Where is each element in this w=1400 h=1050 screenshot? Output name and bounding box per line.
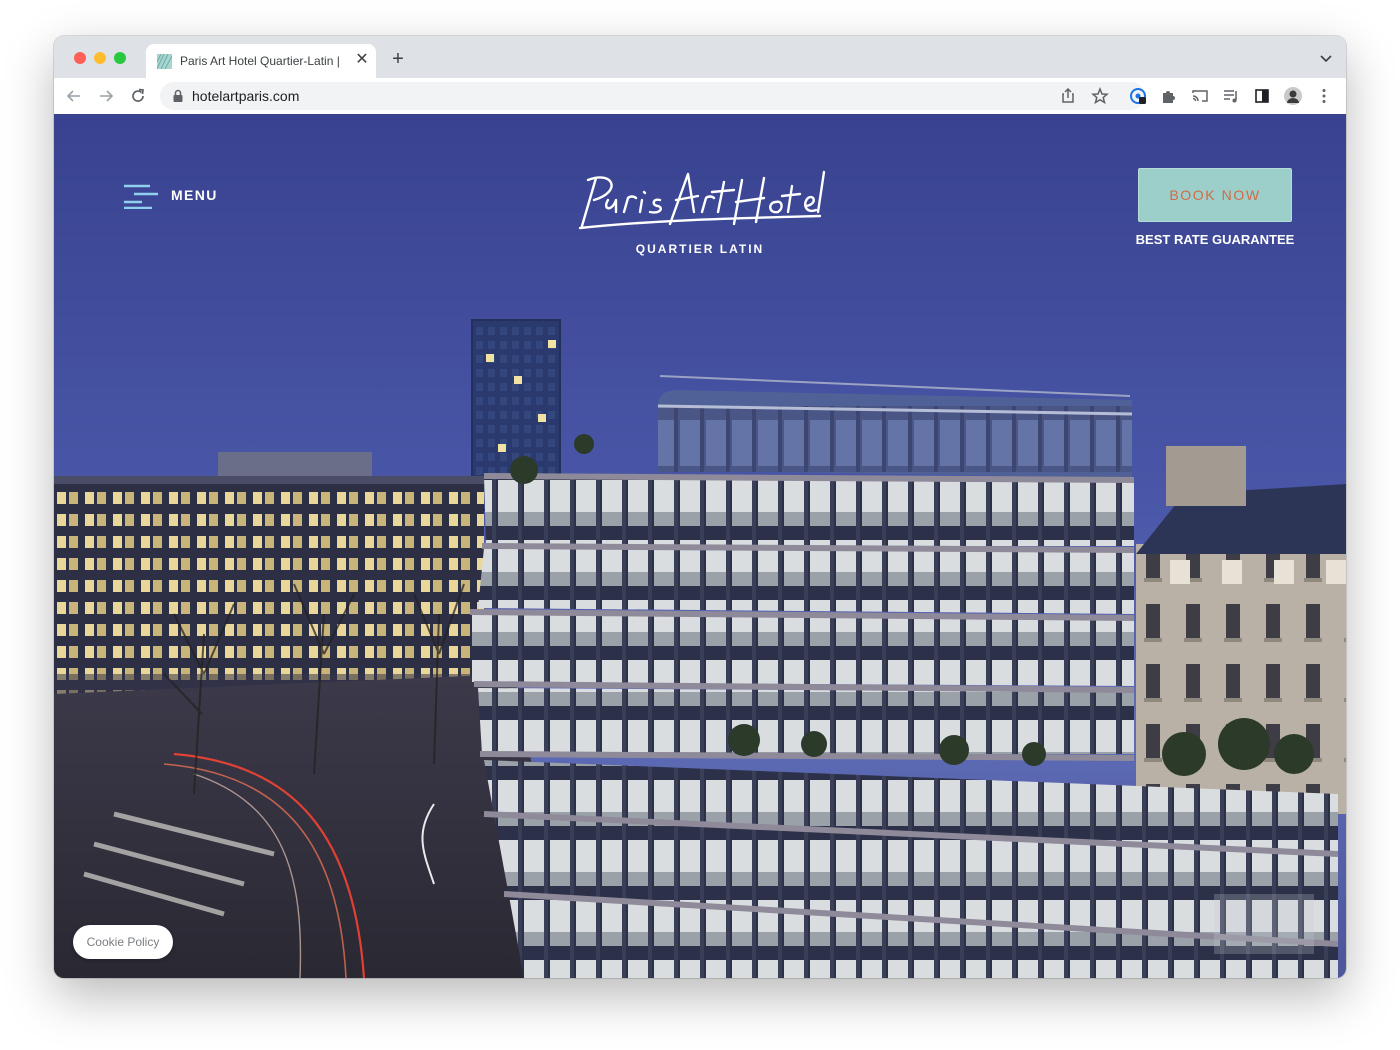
plus-icon[interactable]: + [388, 49, 408, 69]
paris-art-hotel-script-logo [578, 170, 826, 230]
hotel-logo[interactable]: QUARTIER LATIN [574, 166, 826, 256]
sidebar-icon[interactable] [1252, 86, 1272, 106]
puzzle-icon[interactable] [1159, 86, 1179, 106]
chevron-down-icon[interactable] [1318, 50, 1334, 66]
hotel-favicon-icon [157, 54, 172, 69]
star-icon[interactable] [1090, 86, 1110, 106]
arrow-right-icon[interactable] [96, 86, 116, 106]
media-queue-icon[interactable] [1221, 86, 1241, 106]
browser-window: Paris Art Hotel Quartier-Latin | ✕ + hot… [54, 36, 1346, 978]
hamburger-icon [124, 184, 158, 209]
reload-icon[interactable] [128, 86, 148, 106]
share-icon[interactable] [1058, 86, 1078, 106]
zoom-window-button[interactable] [114, 52, 126, 64]
browser-tab[interactable]: Paris Art Hotel Quartier-Latin | ✕ [146, 44, 376, 78]
book-now-button[interactable]: BOOK NOW [1138, 168, 1292, 222]
minimize-window-button[interactable] [94, 52, 106, 64]
cookie-policy-button[interactable]: Cookie Policy [73, 925, 173, 959]
tab-strip: Paris Art Hotel Quartier-Latin | ✕ + [54, 36, 1346, 78]
menu-button[interactable]: MENU [122, 181, 232, 211]
menu-label: MENU [171, 187, 218, 203]
best-rate-guarantee-link[interactable]: BEST RATE GUARANTEE [1114, 232, 1316, 247]
lock-icon[interactable] [172, 89, 184, 103]
profile-avatar[interactable] [1283, 86, 1303, 106]
logo-subtitle: QUARTIER LATIN [635, 242, 765, 256]
close-window-button[interactable] [74, 52, 86, 64]
kebab-menu-icon[interactable] [1314, 86, 1334, 106]
extension-badge-icon[interactable] [1128, 86, 1148, 106]
close-icon[interactable]: ✕ [352, 50, 372, 70]
browser-toolbar: hotelartparis.com [54, 78, 1346, 115]
web-page: MENU QUARTIER LATIN BOOK NOW BEST RATE G… [54, 114, 1346, 978]
address-bar[interactable]: hotelartparis.com [160, 82, 1145, 110]
url-text[interactable]: hotelartparis.com [192, 88, 299, 104]
arrow-left-icon[interactable] [64, 86, 84, 106]
cast-icon[interactable] [1190, 86, 1210, 106]
tab-title: Paris Art Hotel Quartier-Latin | [180, 54, 340, 68]
